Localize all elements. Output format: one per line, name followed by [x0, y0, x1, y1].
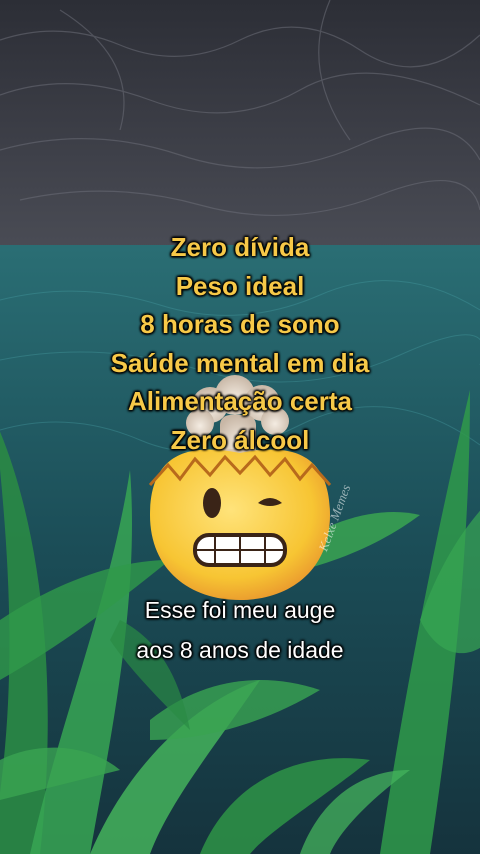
watermark-logo: Kelxe Memes	[300, 470, 360, 580]
watermark-text: Kelxe Memes	[315, 482, 354, 554]
caption-line: Esse foi meu auge	[144, 597, 336, 623]
headline-line: Saúde mental em dia	[110, 347, 370, 378]
caption-text: Esse foi meu auge aos 8 anos de idade	[0, 590, 480, 670]
left-eye	[203, 488, 221, 518]
headline-line: Peso ideal	[175, 270, 305, 301]
headline-list: Zero dívida Peso ideal 8 horas de sono S…	[0, 228, 480, 459]
headline-line: Alimentação certa	[128, 386, 352, 416]
headline-line: 8 horas de sono	[140, 309, 340, 339]
headline-line: Zero álcool	[170, 424, 310, 455]
headline-line: Zero dívida	[170, 232, 310, 262]
stormy-sky	[0, 0, 480, 250]
caption-line: aos 8 anos de idade	[136, 637, 344, 663]
